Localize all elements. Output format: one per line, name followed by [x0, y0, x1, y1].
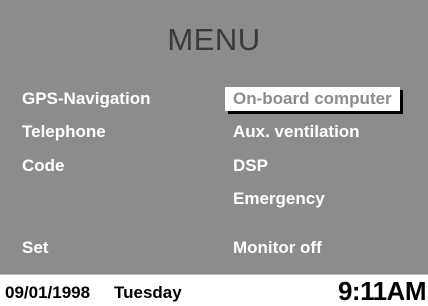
menu-item-aux-ventilation[interactable]: Aux. ventilation — [233, 122, 360, 142]
menu-item-emergency[interactable]: Emergency — [233, 189, 325, 209]
menu-item-gps-navigation[interactable]: GPS-Navigation — [22, 89, 150, 109]
status-time: 9:11AM — [337, 276, 427, 306]
menu-screen: MENU GPS-Navigation Telephone Code Set O… — [0, 0, 428, 306]
menu-item-code[interactable]: Code — [22, 156, 65, 176]
status-bar: 09/01/1998 Tuesday 9:11AM — [0, 274, 428, 306]
menu-title: MENU — [167, 22, 261, 57]
menu-item-monitor-off[interactable]: Monitor off — [233, 238, 322, 258]
status-date: 09/01/1998 — [5, 283, 91, 302]
menu-item-telephone[interactable]: Telephone — [22, 122, 106, 142]
menu-item-dsp[interactable]: DSP — [233, 156, 268, 176]
menu-item-on-board-computer[interactable]: On-board computer — [225, 87, 400, 111]
status-day: Tuesday — [114, 283, 182, 302]
menu-item-set[interactable]: Set — [22, 238, 48, 258]
